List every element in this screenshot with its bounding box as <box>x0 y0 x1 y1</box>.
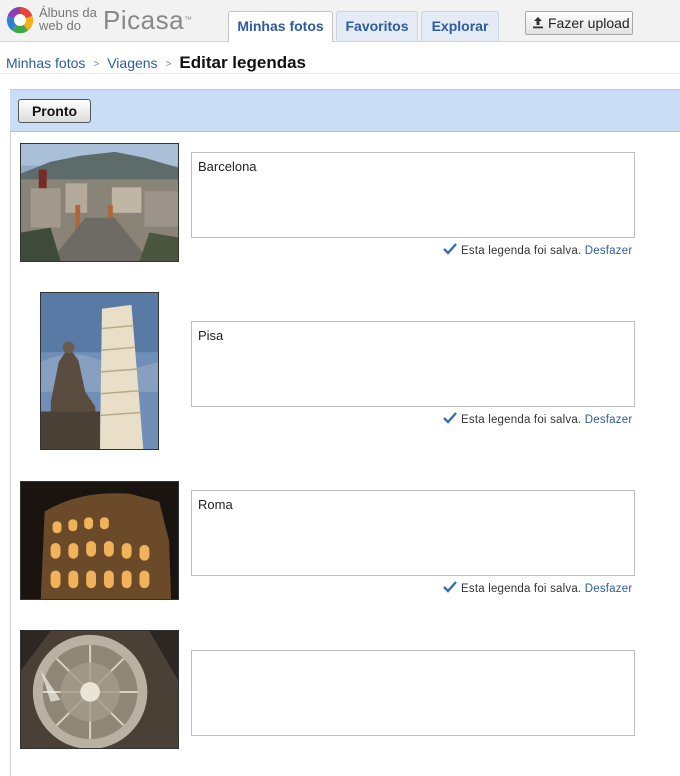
saved-text: Esta legenda foi salva. <box>461 414 582 426</box>
undo-link[interactable]: Desfazer <box>585 583 633 595</box>
saved-text: Esta legenda foi salva. <box>461 245 582 257</box>
logo-line-2: web do <box>39 18 81 33</box>
divider <box>0 73 680 74</box>
upload-button[interactable]: Fazer upload <box>525 11 633 35</box>
picasa-logo-icon[interactable] <box>6 6 34 34</box>
upload-icon <box>533 17 543 29</box>
caption-input[interactable]: Roma <box>191 490 635 576</box>
done-button[interactable]: Pronto <box>18 99 91 123</box>
tab-favoritos[interactable]: Favoritos <box>336 11 418 41</box>
photo-thumbnail-barcelona[interactable] <box>20 143 179 262</box>
caption-input[interactable]: Barcelona <box>191 152 635 238</box>
undo-link[interactable]: Desfazer <box>585 414 633 426</box>
checkmark-icon <box>443 581 457 593</box>
breadcrumb-separator: > <box>165 59 172 70</box>
checkmark-icon <box>443 412 457 424</box>
saved-text: Esta legenda foi salva. <box>461 583 582 595</box>
breadcrumb-separator: > <box>93 59 100 70</box>
photo-thumbnail-dome[interactable] <box>20 630 179 749</box>
logo-brand-text: Picasa <box>103 5 185 35</box>
upload-label: Fazer upload <box>548 15 630 31</box>
action-bar: Pronto <box>10 89 680 132</box>
photo-thumbnail-pisa[interactable] <box>40 292 159 450</box>
breadcrumb-viagens[interactable]: Viagens <box>107 55 157 71</box>
checkmark-icon <box>443 243 457 255</box>
top-header: Álbuns da web do Picasa™ Minhas fotos Fa… <box>0 0 680 42</box>
caption-input[interactable]: Pisa <box>191 321 635 407</box>
page-title: Editar legendas <box>179 53 307 72</box>
tab-minhas-fotos[interactable]: Minhas fotos <box>228 11 333 42</box>
photo-thumbnail-roma[interactable] <box>20 481 179 600</box>
saved-status: Esta legenda foi salva. Desfazer <box>443 581 632 595</box>
breadcrumb-minhas-fotos[interactable]: Minhas fotos <box>6 55 85 71</box>
breadcrumb: Minhas fotos > Viagens > Editar legendas <box>6 53 306 73</box>
logo-brand[interactable]: Picasa™ <box>103 7 193 33</box>
saved-status: Esta legenda foi salva. Desfazer <box>443 412 632 426</box>
caption-input[interactable] <box>191 650 635 736</box>
saved-status: Esta legenda foi salva. Desfazer <box>443 243 632 257</box>
undo-link[interactable]: Desfazer <box>585 245 633 257</box>
content-border <box>10 132 11 776</box>
logo-caption: Álbuns da web do <box>39 6 97 32</box>
tab-explorar[interactable]: Explorar <box>421 11 499 41</box>
